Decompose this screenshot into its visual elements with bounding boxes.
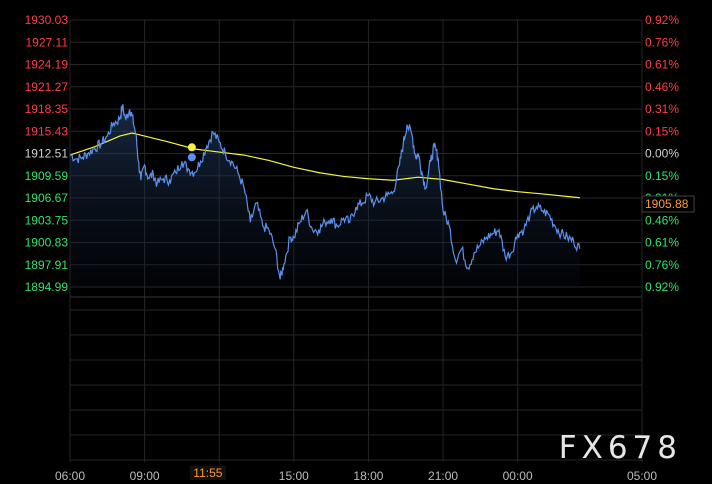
crosshair-markers	[187, 143, 196, 162]
time-tick-label: 15:00	[279, 469, 309, 483]
time-tick-label: 21:00	[428, 469, 458, 483]
percent-tick-label: 0.92%	[645, 13, 679, 27]
time-tick-label: 09:00	[130, 469, 160, 483]
time-tick-label: 05:00	[627, 469, 657, 483]
percent-tick-label: 0.31%	[645, 102, 679, 116]
percent-tick-label: 0.76%	[645, 35, 679, 49]
time-tick-label: 00:00	[503, 469, 533, 483]
percent-tick-label: 0.76%	[645, 258, 679, 272]
price-marker-dot	[187, 153, 196, 162]
price-tick-label: 1924.19	[25, 58, 69, 72]
percent-tick-label: 0.00%	[645, 147, 679, 161]
price-tick-label: 1927.11	[26, 35, 69, 49]
percent-tick-label: 0.92%	[645, 280, 679, 294]
price-tick-label: 1906.67	[25, 191, 69, 205]
price-tick-label: 1918.35	[25, 102, 69, 116]
price-tick-label: 1912.51	[25, 147, 69, 161]
price-tick-label: 1909.59	[25, 169, 69, 183]
percent-tick-label: 0.46%	[645, 213, 679, 227]
price-tick-label: 1897.91	[25, 258, 69, 272]
price-tick-label: 1900.83	[25, 236, 69, 250]
price-tick-label: 1921.27	[25, 80, 69, 94]
price-tick-label: 1894.99	[25, 280, 69, 294]
price-tick-label: 1903.75	[25, 213, 69, 227]
time-axis: 06:0009:001215:0018:0021:0000:0005:0011:…	[55, 466, 657, 483]
crosshair-time-label: 11:55	[193, 466, 222, 480]
intraday-chart: 1930.03 1927.11 1924.19 1921.27 1918.35 1915.…	[25, 13, 695, 483]
watermark-logo: FX678	[558, 430, 682, 466]
percent-tick-label: 0.61%	[645, 58, 679, 72]
percent-axis: 0.92% 0.76% 0.61% 0.46% 0.31% 0.15% 0.00% 0.15%…	[641, 13, 695, 294]
percent-tick-label: 0.15%	[645, 124, 679, 138]
time-tick-label: 06:00	[55, 469, 85, 483]
last-price-label: 1905.88	[645, 197, 689, 211]
price-area	[70, 104, 580, 287]
percent-tick-label: 0.46%	[645, 80, 679, 94]
price-axis: 1930.03 1927.11 1924.19 1921.27 1918.35 1915.…	[25, 13, 69, 294]
price-tick-label: 1915.43	[25, 124, 69, 138]
percent-tick-label: 0.61%	[645, 236, 679, 250]
time-tick-label: 18:00	[353, 469, 383, 483]
avg-marker-dot	[187, 143, 196, 152]
percent-tick-label: 0.15%	[645, 169, 679, 183]
price-area-fill	[70, 104, 580, 287]
price-tick-label: 1930.03	[25, 13, 69, 27]
